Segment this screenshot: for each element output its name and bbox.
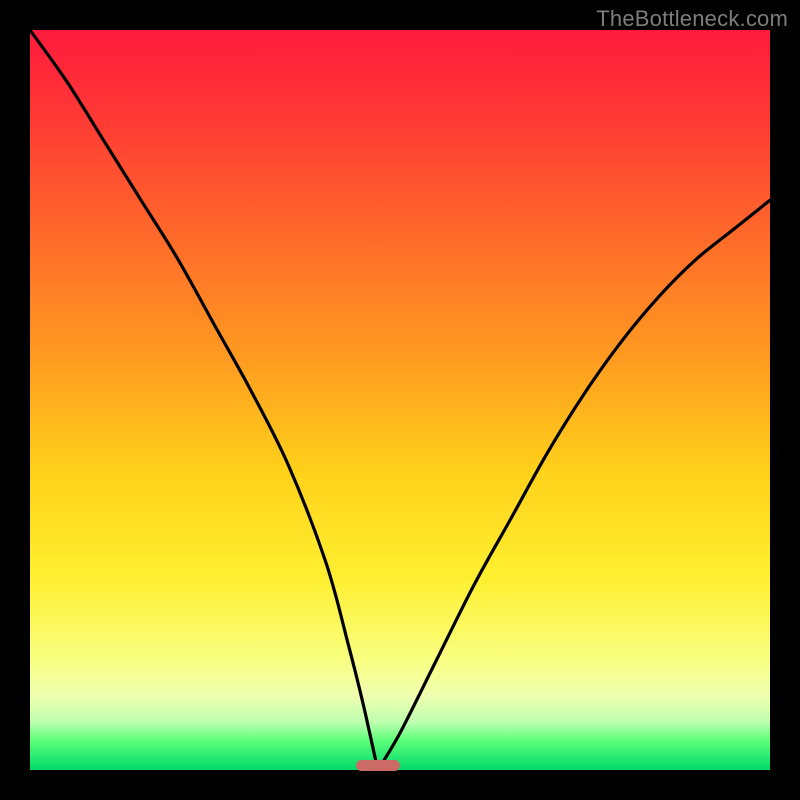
right-branch-curve bbox=[378, 200, 770, 770]
left-branch-curve bbox=[30, 30, 378, 770]
trough-marker bbox=[356, 760, 400, 770]
curve-layer bbox=[30, 30, 770, 770]
chart-frame: TheBottleneck.com bbox=[0, 0, 800, 800]
plot-area bbox=[30, 30, 770, 770]
watermark-text: TheBottleneck.com bbox=[596, 6, 788, 32]
